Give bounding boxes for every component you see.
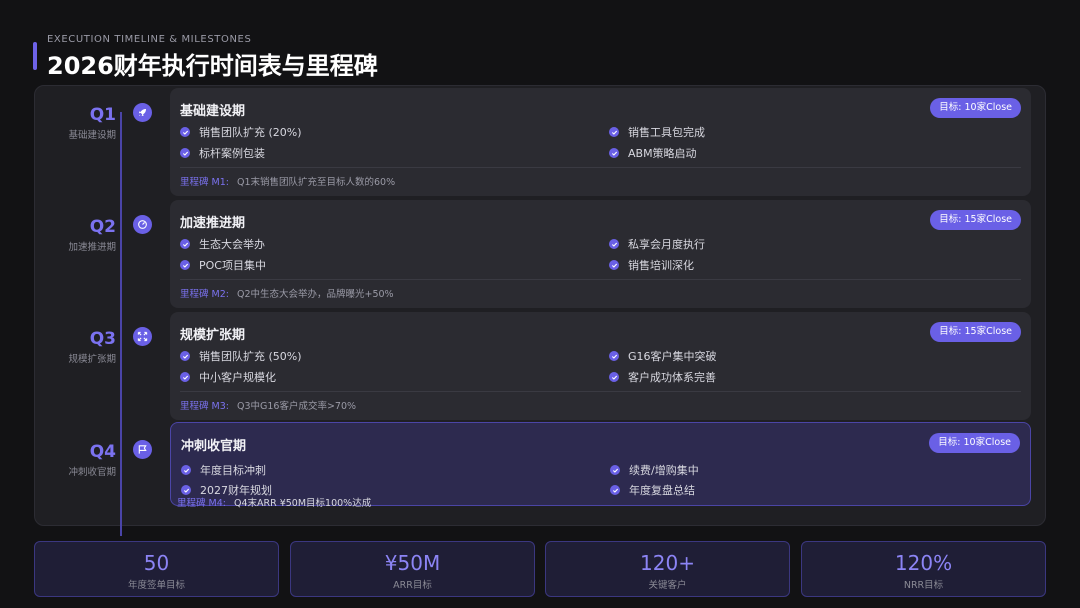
gauge-icon [133, 215, 152, 234]
stat-value: 120% [894, 551, 953, 575]
card-title: 规模扩张期 [180, 328, 246, 343]
task-item: 年度目标冲刺 [181, 462, 266, 478]
quarter-name: Q4 [89, 442, 116, 462]
milestone: 里程碑 M1: Q1末销售团队扩充至目标人数的60% [180, 177, 396, 188]
stat-value: 120+ [640, 551, 695, 575]
task-item: 标杆案例包装 [180, 145, 265, 161]
target-badge: 目标: 10家Close [930, 98, 1021, 118]
quarter-card-q3: 规模扩张期 目标: 15家Close 销售团队扩充 (50%) G16客户集中突… [170, 312, 1031, 420]
card-title: 冲刺收官期 [181, 439, 247, 454]
target-badge: 目标: 10家Close [929, 433, 1020, 453]
task-item: G16客户集中突破 [609, 348, 717, 364]
quarter-label-q2: Q2 加速推进期 [40, 217, 116, 253]
milestone: 里程碑 M3: Q3中G16客户成交率>70% [180, 401, 357, 412]
stat-card: 120% NRR目标 [801, 541, 1046, 597]
quarter-subtitle: 加速推进期 [68, 242, 116, 253]
card-title: 加速推进期 [180, 216, 246, 231]
milestone: 里程碑 M4: Q4末ARR ¥50M目标100%达成 [177, 498, 372, 509]
check-icon [609, 351, 619, 361]
stat-card: 120+ 关键客户 [545, 541, 790, 597]
card-divider [180, 279, 1021, 280]
task-item: 生态大会举办 [180, 236, 265, 252]
card-divider [180, 391, 1021, 392]
page-title: 2026财年执行时间表与里程碑 [47, 52, 378, 80]
stat-card: 50 年度签单目标 [34, 541, 279, 597]
quarter-label-q1: Q1 基础建设期 [40, 105, 116, 141]
quarter-name: Q2 [89, 217, 116, 237]
header-accent-bar [33, 42, 37, 70]
check-icon [181, 465, 191, 475]
stat-label: NRR目标 [903, 580, 944, 591]
task-item: 销售团队扩充 (20%) [180, 124, 302, 140]
check-icon [180, 372, 190, 382]
page-subtitle: EXECUTION TIMELINE & MILESTONES [47, 34, 252, 45]
check-icon [610, 465, 620, 475]
check-icon [609, 127, 619, 137]
check-icon [181, 485, 191, 495]
stat-value: ¥50M [384, 551, 441, 575]
task-item: 中小客户规模化 [180, 369, 276, 385]
quarter-subtitle: 冲刺收官期 [68, 467, 116, 478]
task-item: 年度复盘总结 [610, 482, 695, 498]
check-icon [609, 372, 619, 382]
task-item: 销售培训深化 [609, 257, 694, 273]
stat-label: ARR目标 [393, 580, 432, 591]
task-item: 客户成功体系完善 [609, 369, 716, 385]
task-item: 续费/增购集中 [610, 462, 699, 478]
check-icon [180, 127, 190, 137]
quarter-name: Q1 [89, 105, 116, 125]
check-icon [609, 260, 619, 270]
check-icon [609, 239, 619, 249]
task-item: 销售工具包完成 [609, 124, 705, 140]
check-icon [180, 260, 190, 270]
check-icon [180, 351, 190, 361]
rocket-icon [133, 103, 152, 122]
card-title: 基础建设期 [180, 104, 246, 119]
timeline-line [120, 112, 122, 536]
expand-icon [133, 327, 152, 346]
task-item: ABM策略启动 [609, 145, 697, 161]
check-icon [180, 148, 190, 158]
milestone: 里程碑 M2: Q2中生态大会举办，品牌曝光+50% [180, 289, 394, 300]
target-badge: 目标: 15家Close [930, 322, 1021, 342]
check-icon [609, 148, 619, 158]
task-item: 销售团队扩充 (50%) [180, 348, 302, 364]
quarter-name: Q3 [89, 329, 116, 349]
flag-icon [133, 440, 152, 459]
stat-value: 50 [143, 551, 170, 575]
quarter-card-q1: 基础建设期 目标: 10家Close 销售团队扩充 (20%) 销售工具包完成 … [170, 88, 1031, 196]
task-item: POC项目集中 [180, 257, 266, 273]
task-item: 私享会月度执行 [609, 236, 705, 252]
target-badge: 目标: 15家Close [930, 210, 1021, 230]
check-icon [610, 485, 620, 495]
quarter-subtitle: 基础建设期 [68, 130, 116, 141]
quarter-label-q3: Q3 规模扩张期 [40, 329, 116, 365]
card-divider [180, 167, 1021, 168]
quarter-label-q4: Q4 冲刺收官期 [40, 442, 116, 478]
quarter-card-q2: 加速推进期 目标: 15家Close 生态大会举办 私享会月度执行 POC项目集… [170, 200, 1031, 308]
quarter-subtitle: 规模扩张期 [68, 354, 116, 365]
stat-label: 关键客户 [648, 580, 687, 591]
quarter-card-q4: 冲刺收官期 目标: 10家Close 年度目标冲刺 续费/增购集中 2027财年… [170, 422, 1031, 509]
stat-label: 年度签单目标 [127, 580, 185, 591]
stat-card: ¥50M ARR目标 [290, 541, 535, 597]
check-icon [180, 239, 190, 249]
